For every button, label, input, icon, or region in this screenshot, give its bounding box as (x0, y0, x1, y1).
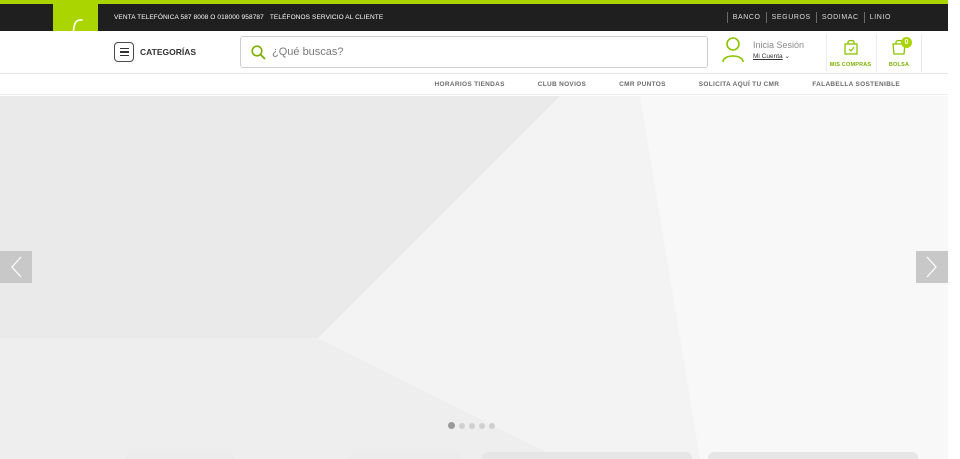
partner-link-seguros[interactable]: SEGUROS (765, 12, 816, 23)
main-header: CATEGORÍAS Inicia Sesión Mi Cuenta ⌄ MIS… (0, 31, 948, 74)
shopping-bag-icon (843, 39, 858, 55)
nav-link-store-hours[interactable]: HORARIOS TIENDAS (435, 81, 505, 88)
user-icon (722, 37, 744, 63)
my-account-link[interactable]: Mi Cuenta ⌄ (753, 52, 790, 60)
carousel-prev-button[interactable] (0, 251, 32, 283)
carousel-dot[interactable] (479, 422, 485, 429)
secondary-nav: HORARIOS TIENDAS CLUB NOVIOS CMR PUNTOS … (0, 74, 948, 95)
search-icon[interactable] (251, 44, 266, 60)
cart-button[interactable]: 0 BOLSA (876, 34, 922, 72)
top-utility-bar: VENTA TELEFÓNICA 587 8008 O 018000 95878… (0, 4, 948, 31)
chevron-left-icon (11, 256, 22, 278)
sign-in-text: Inicia Sesión (753, 40, 805, 50)
carousel-indicators (448, 422, 495, 429)
topbar-contact-info: VENTA TELEFÓNICA 587 8008 O 018000 95878… (114, 4, 383, 31)
categories-button[interactable]: CATEGORÍAS (114, 41, 196, 63)
hero-carousel (0, 96, 948, 459)
account-menu[interactable]: Inicia Sesión Mi Cuenta ⌄ (722, 37, 818, 67)
carousel-next-button[interactable] (916, 251, 948, 283)
nav-link-cmr-points[interactable]: CMR PUNTOS (619, 81, 666, 88)
promo-cards-strip (0, 450, 948, 459)
cart-count-badge: 0 (901, 37, 912, 48)
promo-card[interactable] (482, 452, 692, 459)
secondary-nav-links: HORARIOS TIENDAS CLUB NOVIOS CMR PUNTOS … (435, 74, 900, 95)
carousel-dot[interactable] (489, 422, 495, 429)
partner-link-linio[interactable]: LINIO (863, 12, 896, 23)
customer-service-link[interactable]: TELÉFONOS SERVICIO AL CLIENTE (270, 14, 383, 21)
nav-link-sustainable[interactable]: FALABELLA SOSTENIBLE (812, 81, 900, 88)
partner-links: BANCO SEGUROS SODIMAC LINIO (726, 4, 896, 31)
phone-sales-text: VENTA TELEFÓNICA 587 8008 O 018000 95878… (114, 14, 264, 21)
carousel-dot[interactable] (469, 422, 475, 429)
chevron-down-icon: ⌄ (784, 53, 790, 60)
promo-card[interactable] (125, 452, 235, 459)
categories-label: CATEGORÍAS (140, 47, 197, 57)
my-purchases-button[interactable]: MIS COMPRAS (826, 34, 874, 72)
hamburger-menu-icon (114, 42, 134, 62)
promo-card[interactable] (708, 452, 918, 459)
carousel-dot[interactable] (448, 422, 455, 429)
search-bar (240, 36, 708, 68)
my-purchases-label: MIS COMPRAS (829, 62, 872, 68)
promo-card[interactable] (350, 452, 460, 459)
hero-placeholder-graphic (0, 96, 948, 459)
nav-link-apply-cmr[interactable]: SOLICITA AQUÍ TU CMR (699, 81, 780, 88)
page-scrollbar[interactable] (948, 0, 960, 459)
nav-link-club-novios[interactable]: CLUB NOVIOS (538, 81, 586, 88)
carousel-dot[interactable] (459, 422, 465, 429)
partner-link-banco[interactable]: BANCO (726, 12, 766, 23)
partner-link-sodimac[interactable]: SODIMAC (815, 12, 864, 23)
chevron-right-icon (926, 256, 937, 278)
search-input[interactable] (272, 46, 672, 58)
cart-label: BOLSA (888, 62, 910, 68)
